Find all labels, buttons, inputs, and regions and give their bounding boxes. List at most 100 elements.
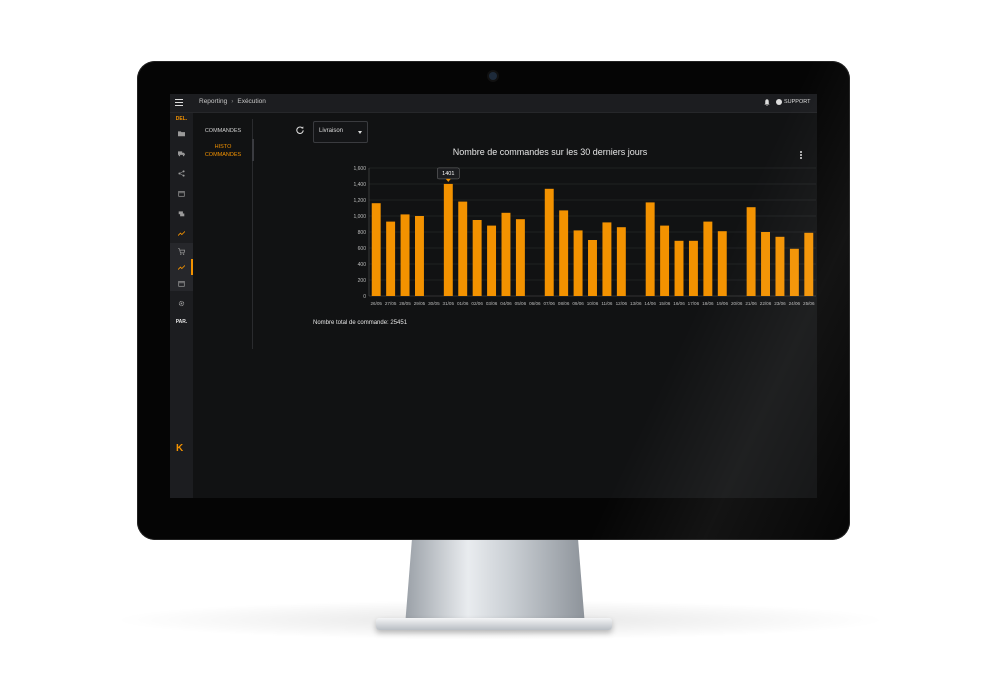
x-tick-label: 08/06 — [558, 301, 570, 306]
bar — [400, 214, 410, 296]
bar — [487, 225, 497, 296]
monitor-base — [376, 618, 612, 630]
support-button[interactable]: SUPPORT — [776, 99, 811, 105]
rail-item-folder[interactable] — [170, 125, 193, 141]
bar — [674, 240, 684, 296]
submenu-item-histo-commandes[interactable]: HISTO COMMANDES — [193, 143, 253, 159]
y-tick-label: 1,400 — [353, 182, 366, 188]
bar — [717, 231, 727, 296]
trending-up-icon — [178, 264, 185, 270]
rail-item-trending-active[interactable] — [170, 259, 193, 275]
bar — [573, 230, 583, 296]
y-tick-label: 1,200 — [353, 198, 366, 204]
x-tick-label: 15/06 — [659, 301, 671, 306]
total-orders-label: Nombre total de commande: 25451 — [313, 320, 408, 326]
rail-item-truck[interactable] — [170, 145, 193, 161]
bar — [746, 207, 756, 296]
support-label: SUPPORT — [784, 99, 811, 105]
trending-up-icon — [178, 230, 185, 236]
top-bar: Reporting › Exécution SUPPORT — [170, 94, 817, 113]
bar — [602, 222, 612, 296]
y-tick-label: 800 — [358, 230, 367, 236]
bar — [775, 236, 785, 296]
x-tick-label: 05/06 — [515, 301, 527, 306]
calendar-icon — [178, 190, 185, 197]
x-tick-label: 07/06 — [543, 301, 555, 306]
x-tick-label: 16/06 — [673, 301, 685, 306]
bar — [501, 212, 511, 296]
delivery-select-value: Livraison — [319, 128, 344, 134]
x-tick-label: 17/06 — [688, 301, 700, 306]
y-tick-label: 1,000 — [353, 214, 366, 220]
rail-item-cart[interactable] — [170, 243, 193, 259]
bar — [789, 248, 799, 296]
bar — [645, 202, 655, 296]
x-tick-label: 26/05 — [370, 301, 382, 306]
folder-icon — [178, 130, 185, 136]
x-tick-label: 27/05 — [385, 301, 397, 306]
rail-item-calendar[interactable] — [170, 185, 193, 201]
vehicles-icon — [178, 210, 185, 216]
menu-icon[interactable] — [175, 99, 183, 106]
truck-icon — [178, 150, 185, 156]
bar — [515, 219, 525, 296]
share-icon — [178, 169, 185, 177]
bar — [804, 232, 814, 296]
x-tick-label: 20/06 — [731, 301, 743, 306]
x-tick-label: 22/06 — [760, 301, 772, 306]
x-tick-label: 21/06 — [745, 301, 757, 306]
bar — [544, 188, 554, 296]
monitor-bezel: Reporting › Exécution SUPPORT DEL. PAR. K — [137, 61, 850, 540]
x-tick-label: 25/06 — [803, 301, 815, 306]
bar — [660, 225, 670, 296]
submenu-item-line1: HISTO — [214, 144, 232, 150]
rail-item-share[interactable] — [170, 165, 193, 181]
x-tick-label: 02/06 — [471, 301, 483, 306]
x-tick-label: 09/06 — [572, 301, 584, 306]
rail-item-vehicles[interactable] — [170, 205, 193, 221]
x-tick-label: 13/06 — [630, 301, 642, 306]
x-tick-label: 04/06 — [500, 301, 512, 306]
rail-item-calendar-2[interactable] — [170, 275, 193, 291]
bell-icon[interactable] — [764, 99, 770, 106]
brand-logo: K — [176, 443, 184, 454]
bar — [616, 227, 626, 296]
submenu: COMMANDES HISTO COMMANDES — [193, 113, 255, 498]
y-tick-label: 600 — [358, 246, 367, 252]
x-tick-label: 28/05 — [399, 301, 411, 306]
y-tick-label: 0 — [363, 294, 366, 300]
bar — [472, 220, 482, 296]
bar — [371, 203, 381, 296]
breadcrumb-execution: Exécution — [237, 98, 266, 105]
bar — [761, 232, 771, 296]
rail-label-par: PAR. — [175, 319, 188, 325]
breadcrumb-reporting[interactable]: Reporting — [199, 98, 227, 105]
x-tick-label: 24/06 — [789, 301, 801, 306]
bar — [443, 183, 453, 296]
bar — [386, 221, 396, 296]
bar — [458, 201, 468, 296]
submenu-item-commandes[interactable]: COMMANDES — [193, 127, 253, 135]
x-tick-label: 19/06 — [717, 301, 729, 306]
y-tick-label: 200 — [358, 278, 367, 284]
x-tick-label: 06/06 — [529, 301, 541, 306]
y-tick-label: 400 — [358, 262, 367, 268]
cart-icon — [178, 247, 185, 255]
icon-rail: DEL. PAR. K — [170, 113, 193, 498]
rail-item-settings[interactable] — [170, 295, 193, 311]
refresh-icon[interactable] — [296, 126, 304, 134]
chevron-right-icon: › — [231, 98, 234, 105]
rail-label-del: DEL. — [175, 116, 188, 122]
x-tick-label: 10/06 — [587, 301, 599, 306]
bar — [414, 216, 424, 296]
x-tick-label: 23/06 — [774, 301, 786, 306]
rail-item-trending[interactable] — [170, 225, 193, 241]
x-tick-label: 31/05 — [443, 301, 455, 306]
tooltip-pointer — [445, 178, 451, 182]
x-tick-label: 01/06 — [457, 301, 469, 306]
user-icon — [776, 99, 782, 105]
delivery-select[interactable]: Livraison — [313, 121, 368, 143]
orders-bar-chart: 0 200 400 600 800 1,000 1,200 1,400 1,600 26/05 27… — [353, 166, 816, 306]
app-screen: Reporting › Exécution SUPPORT DEL. PAR. K — [170, 94, 817, 498]
x-tick-label: 03/06 — [486, 301, 498, 306]
